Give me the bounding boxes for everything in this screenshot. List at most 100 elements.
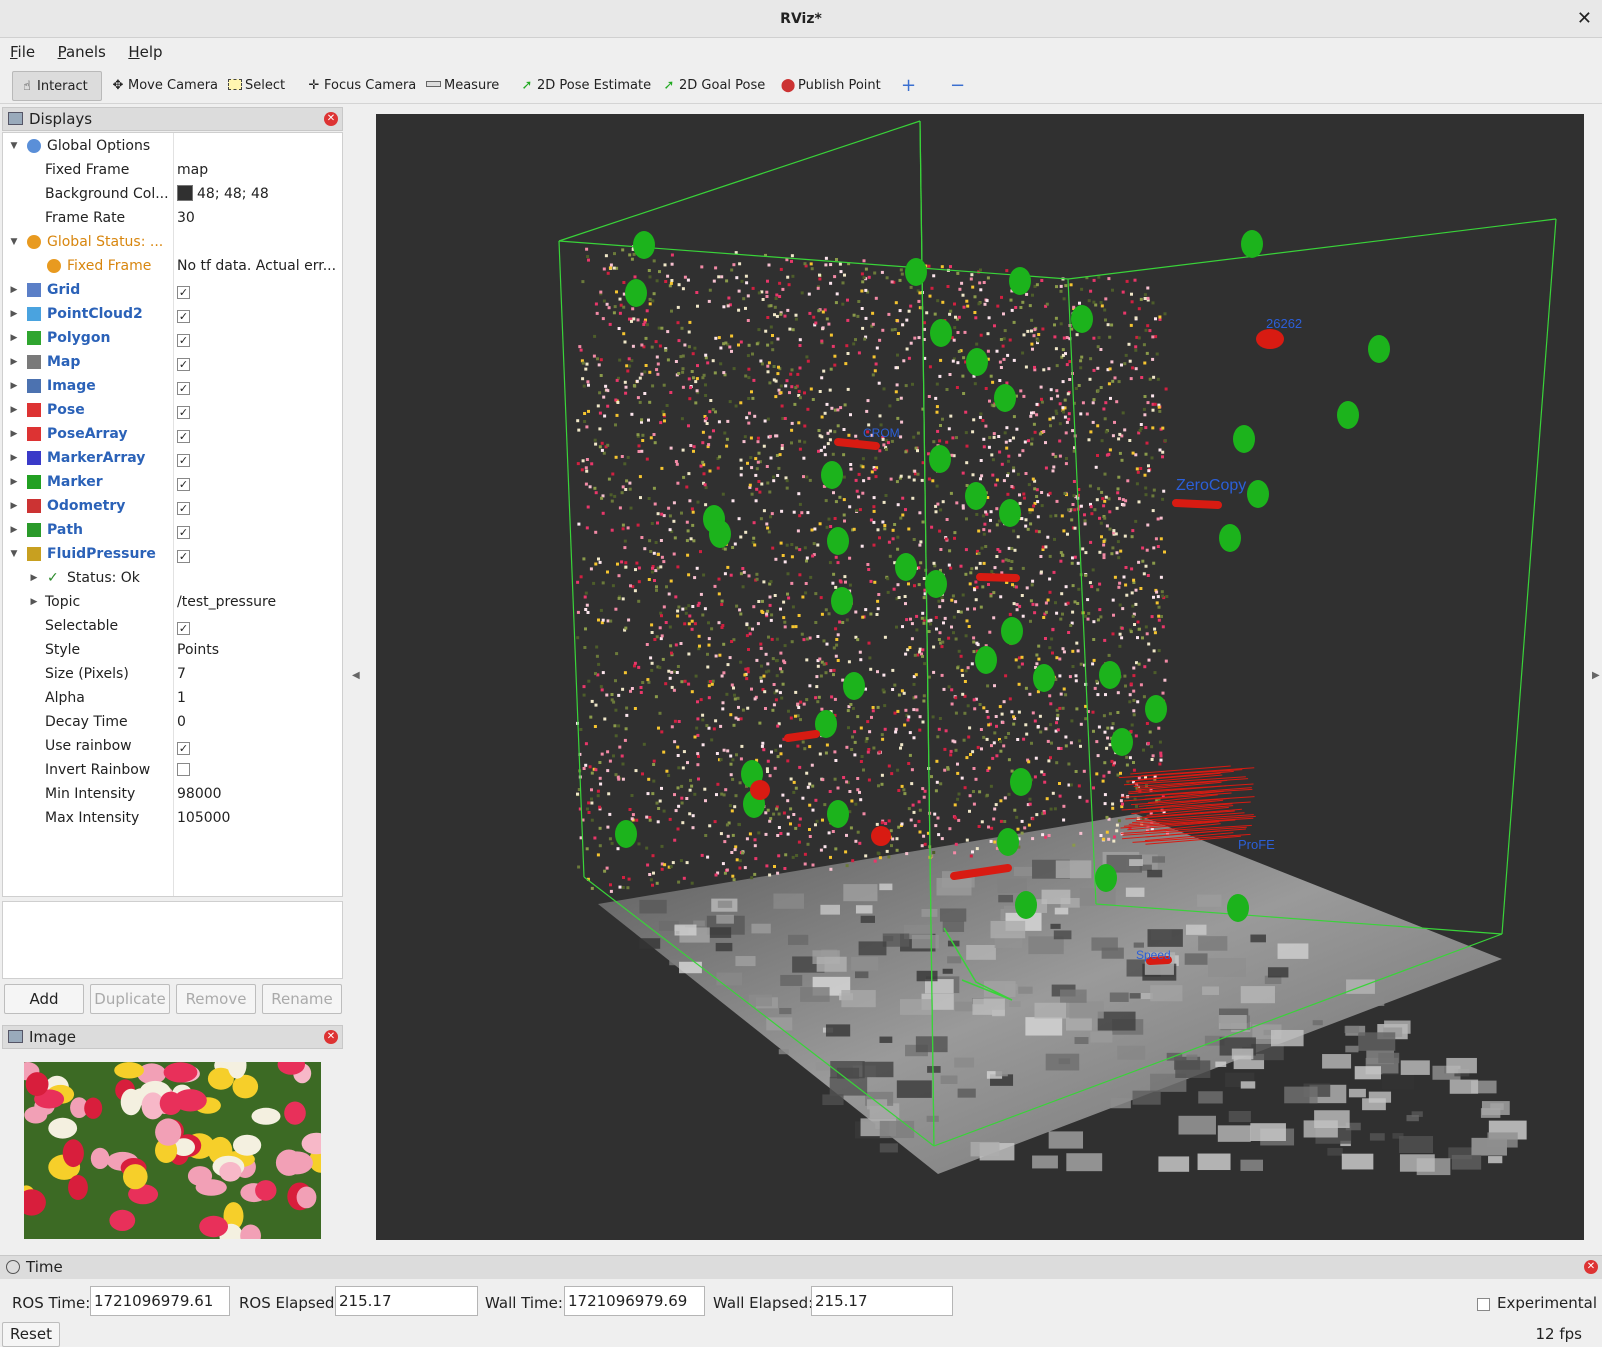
max-intensity-value[interactable]: 105000: [177, 806, 230, 830]
expand-arrow-icon[interactable]: ▶: [9, 494, 19, 518]
display-item-map[interactable]: ▶ Map ✓: [3, 350, 342, 374]
tree-selectable[interactable]: Selectable ✓: [3, 614, 342, 638]
expand-arrow-icon[interactable]: ▶: [9, 374, 19, 398]
display-item-pose[interactable]: ▶ Pose ✓: [3, 398, 342, 422]
display-enabled-checkbox[interactable]: ✓: [177, 494, 190, 518]
style-value[interactable]: Points: [177, 638, 219, 662]
close-panel-icon[interactable]: ✕: [324, 112, 338, 126]
tree-topic[interactable]: ▶ Topic /test_pressure: [3, 590, 342, 614]
expand-arrow-icon[interactable]: ▶: [29, 566, 39, 590]
tree-fluid-status[interactable]: ▶ ✓ Status: Ok: [3, 566, 342, 590]
tree-use-rainbow[interactable]: Use rainbow ✓: [3, 734, 342, 758]
display-enabled-checkbox[interactable]: ✓: [177, 374, 190, 398]
display-enabled-checkbox[interactable]: ✓: [177, 470, 190, 494]
decay-time-value[interactable]: 0: [177, 710, 186, 734]
tree-min-intensity[interactable]: Min Intensity 98000: [3, 782, 342, 806]
selectable-checkbox[interactable]: ✓: [177, 614, 190, 638]
interact-tool[interactable]: ☝ Interact: [12, 71, 102, 101]
reset-button[interactable]: Reset: [2, 1322, 60, 1347]
expand-arrow-icon[interactable]: ▶: [9, 350, 19, 374]
expand-arrow-icon[interactable]: ▶: [9, 398, 19, 422]
tree-size[interactable]: Size (Pixels) 7: [3, 662, 342, 686]
color-swatch[interactable]: [177, 185, 193, 201]
min-intensity-value[interactable]: 98000: [177, 782, 222, 806]
fixed-frame-value[interactable]: map: [177, 158, 208, 182]
display-item-image[interactable]: ▶ Image ✓: [3, 374, 342, 398]
display-enabled-checkbox[interactable]: ✓: [177, 326, 190, 350]
expand-arrow-icon[interactable]: ▶: [9, 302, 19, 326]
display-enabled-checkbox[interactable]: ✓: [177, 278, 190, 302]
display-item-polygon[interactable]: ▶ Polygon ✓: [3, 326, 342, 350]
topic-value[interactable]: /test_pressure: [177, 590, 276, 614]
experimental-checkbox[interactable]: [1477, 1296, 1490, 1313]
expand-arrow-icon[interactable]: ▼: [9, 542, 19, 566]
tree-background-color[interactable]: Background Col... 48; 48; 48: [3, 182, 342, 206]
ros-time-field[interactable]: 1721096979.61: [90, 1286, 230, 1316]
display-item-markerarray[interactable]: ▶ MarkerArray ✓: [3, 446, 342, 470]
focus-camera-tool[interactable]: ✛ Focus Camera: [300, 71, 422, 101]
display-item-odometry[interactable]: ▶ Odometry ✓: [3, 494, 342, 518]
close-panel-icon[interactable]: ✕: [324, 1030, 338, 1044]
expand-arrow-icon[interactable]: ▶: [9, 446, 19, 470]
display-enabled-checkbox[interactable]: ✓: [177, 422, 190, 446]
measure-tool[interactable]: Measure: [420, 71, 505, 101]
display-enabled-checkbox[interactable]: ✓: [177, 302, 190, 326]
add-tool-button[interactable]: +: [895, 71, 922, 101]
remove-tool-button[interactable]: −: [944, 71, 971, 101]
goal-pose-tool[interactable]: ➚ 2D Goal Pose: [655, 71, 771, 101]
menu-help[interactable]: Help: [110, 39, 162, 61]
display-item-marker[interactable]: ▶ Marker ✓: [3, 470, 342, 494]
expand-arrow-icon[interactable]: ▶: [9, 518, 19, 542]
display-enabled-checkbox[interactable]: ✓: [177, 542, 190, 566]
display-item-path[interactable]: ▶ Path ✓: [3, 518, 342, 542]
size-value[interactable]: 7: [177, 662, 186, 686]
move-camera-tool[interactable]: ✥ Move Camera: [104, 71, 224, 101]
display-item-pointcloud2[interactable]: ▶ PointCloud2 ✓: [3, 302, 342, 326]
alpha-value[interactable]: 1: [177, 686, 186, 710]
3d-viewport[interactable]: 26262 ZeroCopy CROM Speed ProFE: [376, 114, 1584, 1240]
tree-global-options[interactable]: ▼ Global Options: [3, 134, 342, 158]
expand-arrow-icon[interactable]: ▼: [9, 230, 19, 254]
display-enabled-checkbox[interactable]: ✓: [177, 446, 190, 470]
display-item-grid[interactable]: ▶ Grid ✓: [3, 278, 342, 302]
close-panel-icon[interactable]: ✕: [1584, 1260, 1598, 1274]
tree-decay-time[interactable]: Decay Time 0: [3, 710, 342, 734]
tree-global-status[interactable]: ▼ Global Status: ...: [3, 230, 342, 254]
display-enabled-checkbox[interactable]: ✓: [177, 398, 190, 422]
tree-alpha[interactable]: Alpha 1: [3, 686, 342, 710]
display-enabled-checkbox[interactable]: ✓: [177, 350, 190, 374]
expand-arrow-icon[interactable]: ▶: [9, 326, 19, 350]
pose-estimate-tool[interactable]: ➚ 2D Pose Estimate: [513, 71, 657, 101]
wall-elapsed-field[interactable]: 215.17: [811, 1286, 953, 1316]
expand-arrow-icon[interactable]: ▶: [9, 422, 19, 446]
display-enabled-checkbox[interactable]: ✓: [177, 518, 190, 542]
ros-elapsed-field[interactable]: 215.17: [335, 1286, 478, 1316]
tree-style[interactable]: Style Points: [3, 638, 342, 662]
publish-point-tool[interactable]: ⬤ Publish Point: [774, 71, 887, 101]
3d-scene[interactable]: 26262 ZeroCopy CROM Speed ProFE: [376, 114, 1584, 1240]
invert-rainbow-checkbox[interactable]: [177, 758, 190, 782]
collapse-right-icon[interactable]: ▶: [1592, 670, 1600, 681]
expand-arrow-icon[interactable]: ▼: [9, 134, 19, 158]
display-item-posearray[interactable]: ▶ PoseArray ✓: [3, 422, 342, 446]
tree-invert-rainbow[interactable]: Invert Rainbow: [3, 758, 342, 782]
tree-max-intensity[interactable]: Max Intensity 105000: [3, 806, 342, 830]
tree-frame-rate[interactable]: Frame Rate 30: [3, 206, 342, 230]
expand-arrow-icon[interactable]: ▶: [9, 278, 19, 302]
frame-rate-value[interactable]: 30: [177, 206, 195, 230]
tree-fixed-frame[interactable]: Fixed Frame map: [3, 158, 342, 182]
use-rainbow-checkbox[interactable]: ✓: [177, 734, 190, 758]
remove-button[interactable]: Remove: [176, 984, 256, 1014]
duplicate-button[interactable]: Duplicate: [90, 984, 170, 1014]
background-color-value[interactable]: 48; 48; 48: [177, 182, 269, 206]
select-tool[interactable]: Select: [222, 71, 291, 101]
menu-panels[interactable]: Panels: [40, 39, 106, 61]
tree-status-fixed-frame[interactable]: Fixed Frame No tf data. Actual err...: [3, 254, 342, 278]
wall-time-field[interactable]: 1721096979.69: [564, 1286, 705, 1316]
collapse-left-icon[interactable]: ◀: [352, 670, 360, 681]
expand-arrow-icon[interactable]: ▶: [29, 590, 39, 614]
rename-button[interactable]: Rename: [262, 984, 342, 1014]
add-button[interactable]: Add: [4, 984, 84, 1014]
expand-arrow-icon[interactable]: ▶: [9, 470, 19, 494]
display-item-fluidpressure[interactable]: ▼ FluidPressure ✓: [3, 542, 342, 566]
